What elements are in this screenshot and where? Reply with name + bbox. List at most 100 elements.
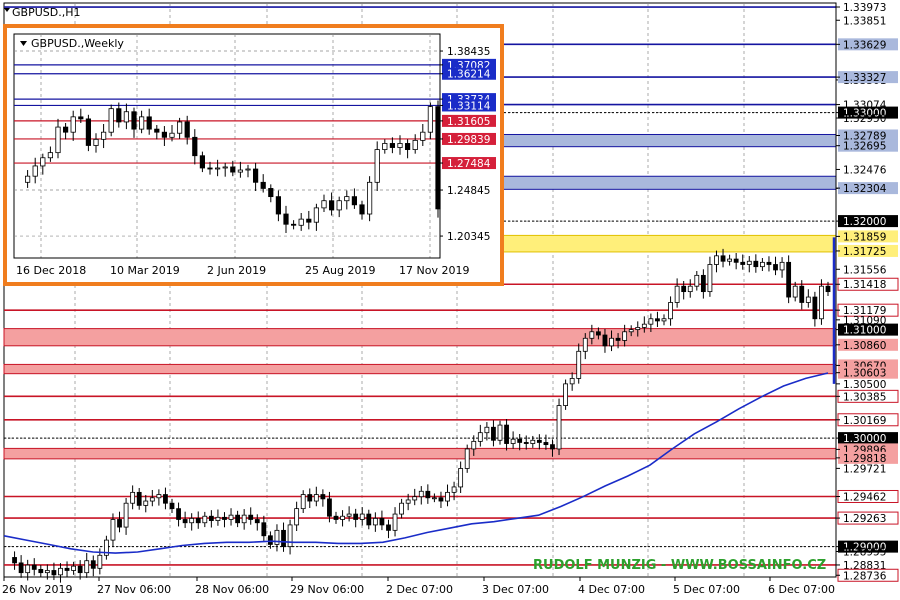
inset-time-tick-label: 2 Jun 2019: [207, 264, 266, 277]
inset-candle-body: [101, 131, 107, 140]
candle-body: [760, 261, 765, 268]
inset-candle-body: [389, 143, 396, 148]
candle-body: [379, 518, 385, 526]
inset-candle-body: [63, 126, 69, 133]
candle-body: [333, 515, 339, 520]
inset-candle-body: [55, 126, 61, 154]
candle-body: [215, 516, 221, 521]
candle-body: [786, 261, 792, 298]
price-tick-label: 1.28955: [843, 547, 886, 559]
candle-body: [176, 508, 181, 520]
candle-body: [727, 258, 732, 262]
candle-body: [366, 513, 372, 526]
candle-body: [51, 570, 57, 576]
inset-price-tick-label: 1.38435: [447, 46, 490, 58]
inset-candle-body: [359, 204, 365, 215]
inset-candle-body: [427, 106, 434, 133]
inset-candle-body: [138, 116, 145, 130]
inset-candle-body: [351, 196, 358, 206]
inset-candle-body: [40, 157, 46, 167]
candle-body: [746, 260, 752, 265]
candle-body: [281, 529, 286, 548]
inset-time-tick-label: 10 Mar 2019: [110, 264, 180, 277]
inset-candle-body: [404, 143, 411, 150]
candle-body: [740, 261, 746, 265]
candle-body: [44, 570, 50, 574]
candle-body: [641, 323, 647, 328]
price-tick-label: 1.31418: [843, 279, 886, 291]
price-tick-label: 1.30860: [843, 340, 886, 352]
candle-body: [799, 285, 805, 303]
candle-body: [359, 513, 365, 520]
candle-body: [71, 565, 76, 571]
candle-body: [163, 494, 168, 504]
candle-body: [346, 513, 352, 517]
candle-body: [550, 444, 555, 450]
candle-body: [569, 378, 575, 385]
candle-body: [110, 519, 116, 541]
candle-body: [300, 494, 306, 510]
price-tick-label: 1.33973: [843, 2, 886, 14]
candle-body: [700, 274, 706, 293]
inset-time-tick-label: 25 Aug 2019: [305, 264, 375, 277]
candle-body: [64, 567, 70, 571]
inset-candle-body: [192, 136, 198, 157]
candle-body: [819, 285, 824, 320]
candle-body: [58, 567, 63, 576]
inset-candle-body: [184, 121, 190, 138]
candle-body: [431, 497, 437, 500]
candle-body: [563, 383, 568, 406]
price-tick-label: 1.28736: [843, 570, 887, 582]
inset-candle-body: [252, 168, 259, 183]
inset-candle-body: [237, 169, 243, 173]
time-tick-label: 4 Dec 07:00: [578, 583, 645, 596]
candle-body: [530, 439, 536, 444]
candle-body: [38, 569, 44, 574]
candle-body: [602, 334, 608, 347]
candle-body: [169, 502, 175, 510]
candle-body: [648, 318, 654, 325]
inset-candle-body: [116, 108, 122, 123]
candle-body: [130, 491, 136, 504]
inset-candle-body: [283, 213, 289, 225]
inset-candle-body: [108, 108, 114, 133]
candle-body: [241, 514, 247, 524]
candle-body: [12, 557, 17, 564]
candle-body: [294, 508, 300, 526]
inset-candle-body: [154, 128, 160, 133]
inset-candle-body: [207, 167, 213, 170]
candle-body: [156, 494, 162, 499]
zone-red: [3, 447, 837, 460]
candle-body: [228, 514, 234, 520]
candle-body: [543, 442, 549, 446]
chart-title: GBPUSD.,H1: [12, 6, 80, 19]
candle-body: [517, 438, 523, 443]
inset-candle-body: [85, 118, 91, 146]
price-tick-label: 1.29721: [843, 463, 886, 475]
candle-body: [261, 522, 267, 537]
candle-body: [90, 560, 96, 569]
inset-candle-body: [230, 166, 236, 173]
candle-body: [805, 296, 811, 303]
time-tick-label: 2 Dec 07:00: [386, 583, 453, 596]
inset-candle-body: [146, 116, 152, 130]
inset-candle-body: [70, 116, 76, 133]
price-tick-label: 1.32304: [843, 183, 887, 195]
candle-body: [668, 302, 673, 320]
price-tick-label: 1.33629: [843, 39, 886, 51]
candle-body: [615, 337, 621, 341]
time-tick-label: 5 Dec 07:00: [673, 583, 740, 596]
price-tick-label: 1.29462: [843, 491, 886, 503]
candle-body: [235, 514, 241, 524]
candle-body: [707, 264, 713, 293]
price-tick-label: 1.31725: [843, 246, 886, 258]
candle-body: [582, 337, 588, 352]
inset-candle-body: [169, 132, 175, 138]
candle-body: [733, 258, 739, 263]
candle-body: [589, 331, 595, 339]
candle-body: [254, 519, 260, 524]
inset-candle-body: [374, 149, 380, 183]
time-tick-label: 27 Nov 06:00: [97, 583, 171, 596]
inset-candle-body: [420, 131, 426, 141]
inset-plot-frame: [13, 33, 441, 259]
